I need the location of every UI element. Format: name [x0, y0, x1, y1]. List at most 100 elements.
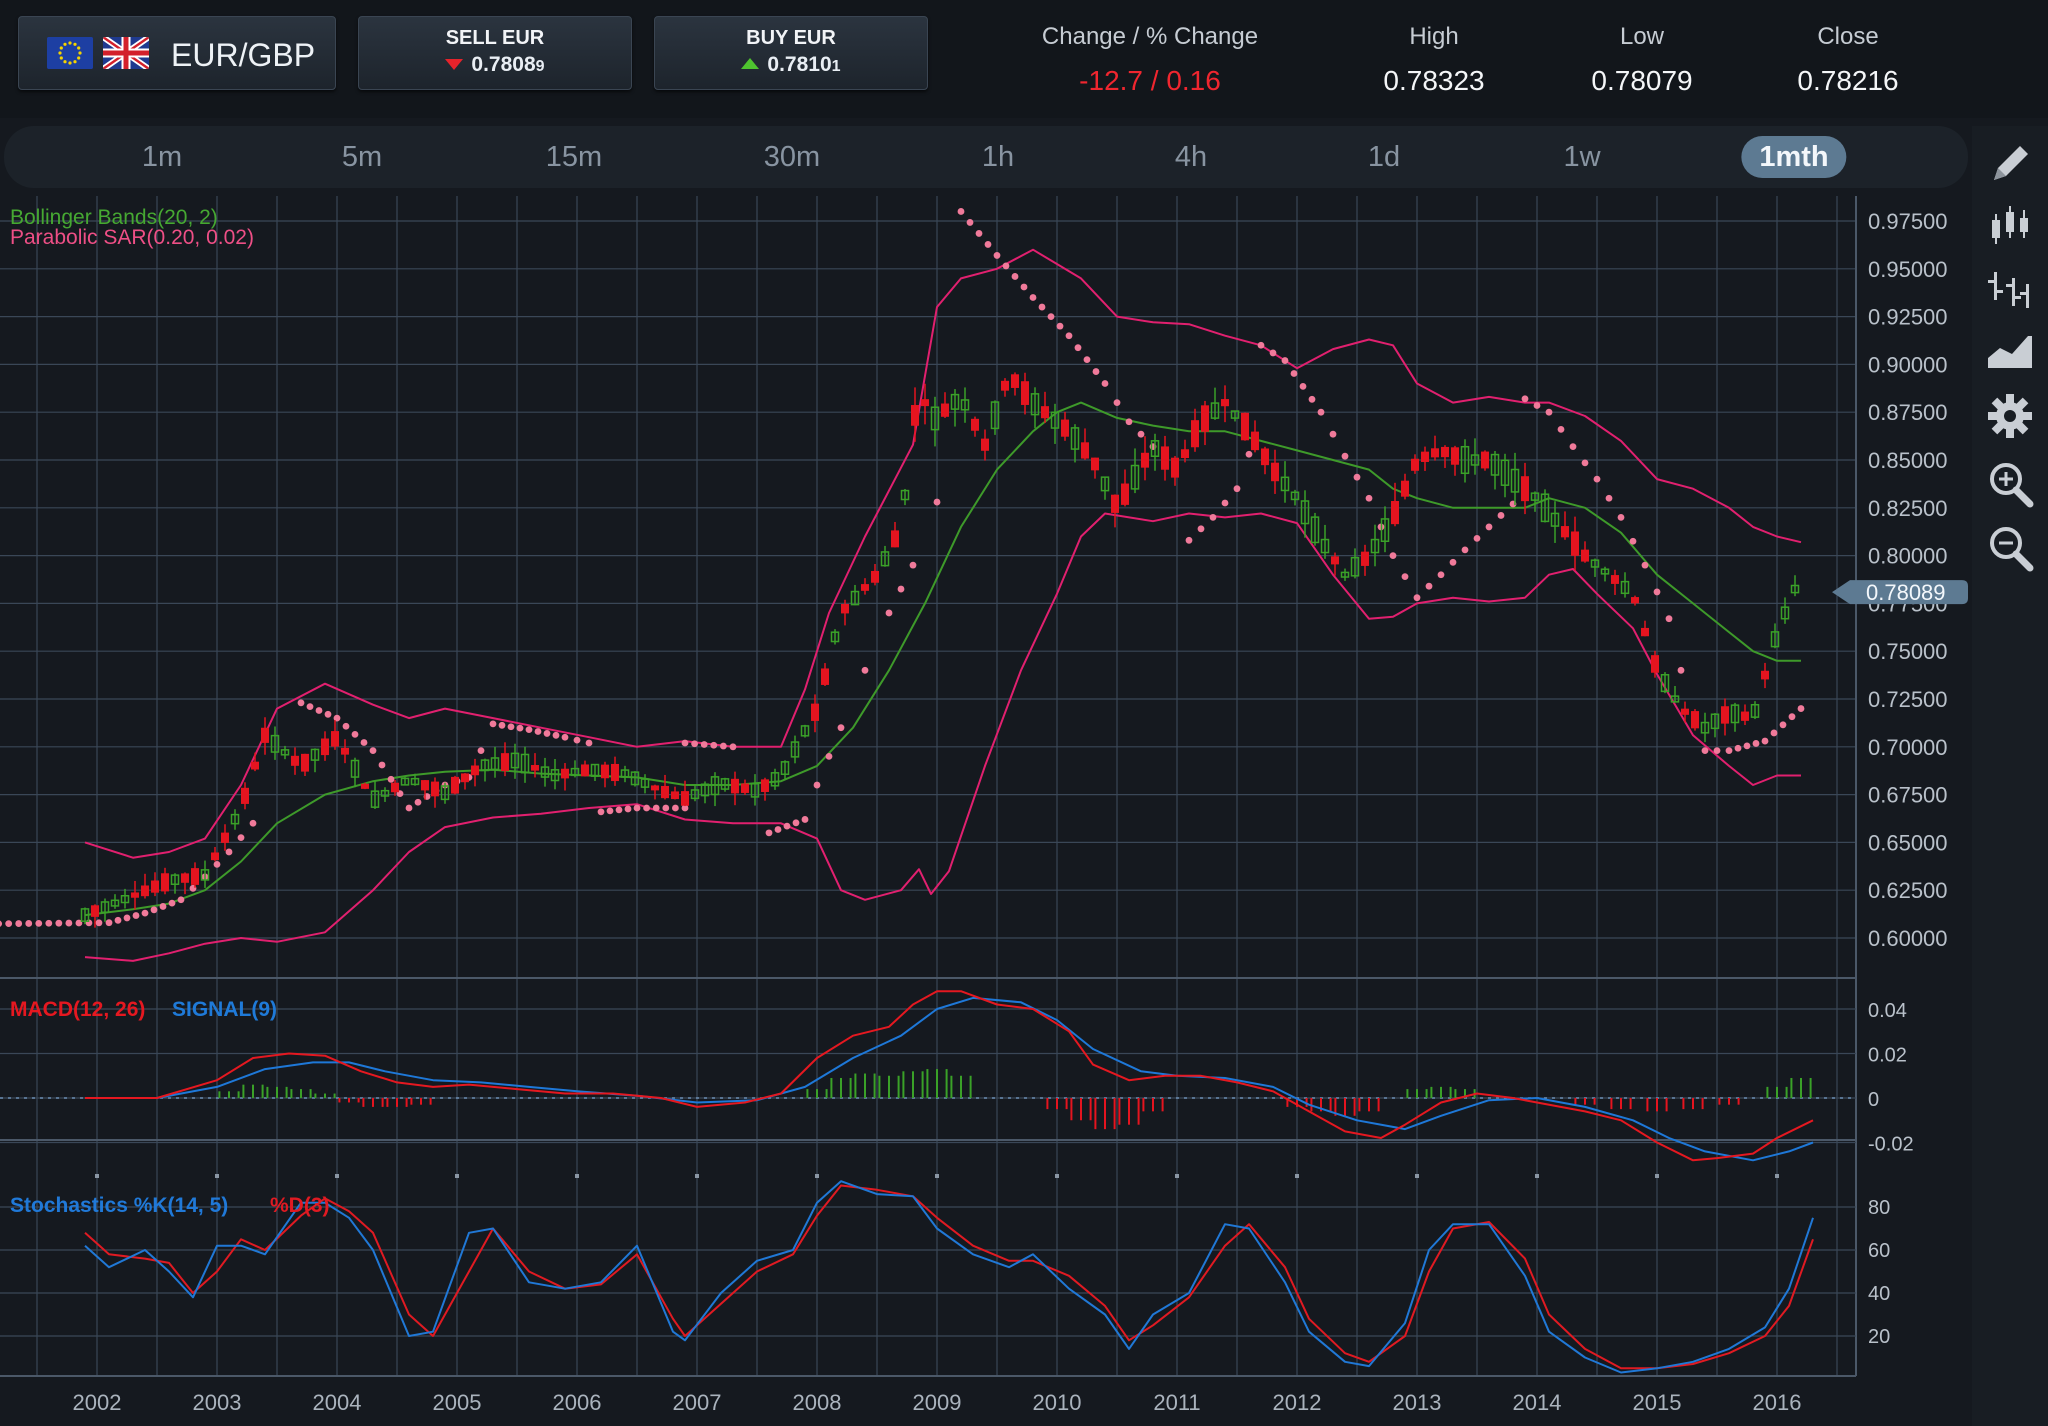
candle-body: [661, 785, 669, 799]
price-axis-tick: 0.65000: [1868, 830, 1948, 855]
sar-dot: [387, 775, 395, 783]
time-axis-label: 2002: [73, 1390, 122, 1415]
stat-high-value: 0.78323: [1383, 65, 1485, 96]
timeframe-1d[interactable]: 1d: [1350, 136, 1418, 178]
macd-legend: MACD(12, 26): [10, 998, 145, 1021]
timeframe-15m[interactable]: 15m: [528, 136, 620, 178]
current-price-label: 0.78089: [1866, 580, 1946, 605]
timeframe-5m[interactable]: 5m: [324, 136, 400, 178]
sar-dot: [1665, 615, 1673, 623]
stat-close-label: Close: [1817, 23, 1879, 50]
candle-body: [1681, 708, 1689, 715]
sar-dot: [249, 819, 257, 827]
timeframe-30m[interactable]: 30m: [746, 136, 838, 178]
buy-button[interactable]: BUY EUR 0.78101: [654, 16, 928, 90]
grid-marker: [575, 1174, 579, 1178]
sar-dot: [801, 816, 809, 823]
sar-dot: [369, 747, 377, 755]
time-axis-label: 2009: [913, 1390, 962, 1415]
candle-body: [361, 783, 369, 789]
sar-dot: [123, 914, 131, 922]
candle-body: [1611, 575, 1619, 584]
sell-button[interactable]: SELL EUR 0.78089: [358, 16, 632, 90]
timeframe-1mth[interactable]: 1mth: [1741, 136, 1847, 178]
time-axis-label: 2010: [1033, 1390, 1082, 1415]
candle-body: [501, 753, 509, 772]
candle-body: [611, 763, 619, 782]
buy-price: 0.78101: [655, 53, 927, 77]
candle-body: [1261, 448, 1269, 466]
macd-axis-tick: 0.02: [1868, 1045, 1907, 1067]
sar-dot: [315, 707, 323, 714]
sar-dot: [624, 805, 632, 813]
grid-marker: [335, 1174, 339, 1178]
sar-dot: [159, 903, 167, 910]
price-axis-tick: 0.87500: [1868, 400, 1948, 425]
sar-dot: [1308, 395, 1316, 403]
candle-body: [251, 761, 259, 770]
candle-body: [161, 873, 169, 892]
candle-body: [1251, 431, 1259, 451]
stat-change-value: -12.7 / 0.16: [1079, 65, 1221, 96]
price-axis-tick: 0.60000: [1868, 926, 1948, 951]
sar-dot: [1521, 395, 1529, 403]
zoom-out-icon[interactable]: [1982, 520, 2038, 576]
timeframe-1w[interactable]: 1w: [1545, 136, 1618, 178]
grid-marker: [815, 1174, 819, 1178]
sar-dot: [1569, 443, 1577, 451]
price-axis-tick: 0.97500: [1868, 209, 1948, 234]
sar-dot: [55, 919, 63, 927]
sar-dot: [633, 804, 641, 812]
sar-dot: [909, 561, 917, 569]
sar-dot: [729, 743, 737, 751]
candle-body: [1721, 706, 1729, 724]
timeframe-1m[interactable]: 1m: [124, 136, 200, 178]
gear-icon[interactable]: [1982, 388, 2038, 444]
pencil-icon[interactable]: [1982, 136, 2038, 192]
sar-dot: [1257, 341, 1265, 349]
candle-body: [921, 399, 929, 407]
candle-body: [301, 753, 309, 772]
sar-dot: [615, 806, 623, 814]
candle-body: [731, 778, 739, 794]
sar-dot: [1002, 262, 1010, 270]
candle-body: [1141, 452, 1149, 468]
ohlc-bar-icon[interactable]: [1982, 260, 2038, 316]
sar-dot: [1788, 713, 1796, 721]
sar-dot: [710, 741, 718, 749]
timeframe-1h[interactable]: 1h: [964, 136, 1032, 178]
sar-dot: [897, 585, 905, 593]
time-axis-label: 2007: [673, 1390, 722, 1415]
sar-dot: [1056, 322, 1064, 330]
stat-low: Low 0.78079: [1522, 0, 1762, 97]
instrument-selector-button[interactable]: EUR/GBP: [18, 16, 336, 90]
grid-marker: [1775, 1174, 1779, 1178]
price-chart[interactable]: 0.97500 0.95000 0.92500 0.90000 0.87500 0.850…: [0, 196, 1972, 1426]
candle-body: [221, 832, 229, 843]
eu-flag-icon: [47, 37, 93, 69]
candle-body: [871, 570, 879, 583]
time-axis-label: 2016: [1753, 1390, 1802, 1415]
stat-high-label: High: [1409, 23, 1459, 50]
area-chart-icon[interactable]: [1982, 322, 2038, 378]
candle-body: [321, 738, 329, 756]
timeframe-bar: 1m 5m 15m 30m 1h 4h 1d 1w 1mth: [4, 126, 1968, 188]
price-axis-tick: 0.82500: [1868, 496, 1948, 521]
time-axis-label: 2015: [1633, 1390, 1682, 1415]
candle-body: [1571, 531, 1579, 556]
zoom-in-icon[interactable]: [1982, 456, 2038, 512]
candlestick-icon[interactable]: [1982, 198, 2038, 254]
sar-dot: [1401, 573, 1409, 581]
sar-dot: [1545, 408, 1553, 416]
sar-dot: [25, 920, 33, 927]
sar-dot: [1629, 537, 1637, 545]
sar-dot: [1299, 382, 1307, 390]
sar-dot: [720, 742, 727, 750]
stochastics-axis-tick: 80: [1868, 1197, 1890, 1219]
stat-change-label: Change / % Change: [1041, 23, 1259, 50]
candle-body: [1401, 480, 1409, 497]
timeframe-4h[interactable]: 4h: [1157, 136, 1225, 178]
sar-dot: [652, 804, 660, 812]
sar-dot: [813, 781, 821, 789]
sar-dot: [1461, 546, 1469, 554]
